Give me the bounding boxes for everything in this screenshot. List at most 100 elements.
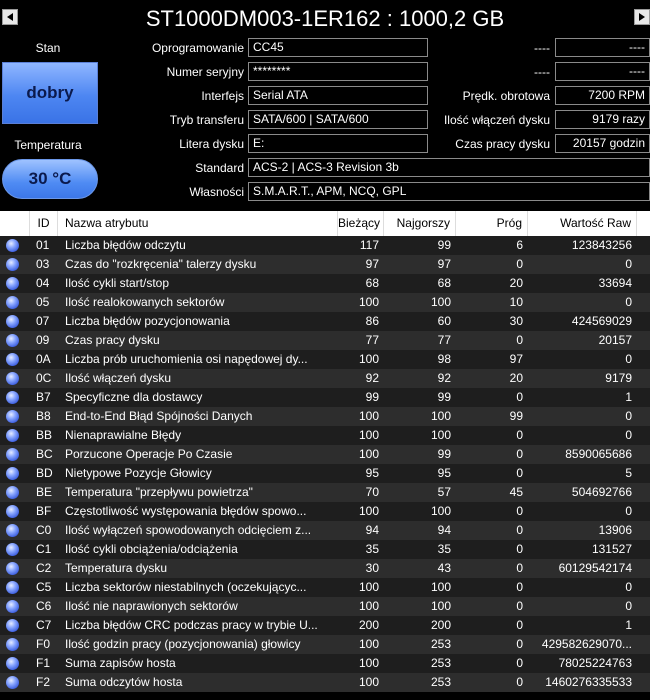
row-id: C0 [36,523,52,537]
table-row[interactable]: B7 Specyficzne dla dostawcy 99 99 0 1 [0,388,650,407]
table-row[interactable]: C2 Temperatura dysku 30 43 0 60129542174 [0,559,650,578]
table-row[interactable]: 09 Czas pracy dysku 77 77 0 20157 [0,331,650,350]
row-raw: 0 [625,295,632,309]
arrow-right-icon [639,13,645,21]
table-row[interactable]: 05 Ilość realokowanych sektorów 100 100 10 0 [0,293,650,312]
table-row[interactable]: BE Temperatura "przepływu powietrza" 70 57 4… [0,483,650,502]
row-name: Specyficzne dla dostawcy [65,390,203,404]
row-name: Liczba błędów pozycjonowania [65,314,230,328]
row-id: 0C [36,371,52,385]
row-threshold: 0 [516,618,523,632]
row-raw: 9179 [605,371,632,385]
table-row[interactable]: 03 Czas do "rozkręcenia" talerzy dysku 97 9… [0,255,650,274]
row-status-cell [0,369,30,388]
table-row[interactable]: 04 Ilość cykli start/stop 68 68 20 33694 [0,274,650,293]
table-row[interactable]: C6 Ilość nie naprawionych sektorów 100 100 0… [0,597,650,616]
row-id: F1 [36,656,51,670]
status-good-icon [6,410,19,423]
row-current: 100 [358,580,379,594]
row-raw: 60129542174 [558,561,632,575]
row-threshold: 0 [516,428,523,442]
row-name: Ilość włączeń dysku [65,371,172,385]
status-good-icon [6,657,19,670]
row-threshold: 0 [516,561,523,575]
row-worst: 97 [437,257,451,271]
row-raw: 0 [625,599,632,613]
power-count-label: Ilość włączeń dysku [443,113,550,127]
row-current: 100 [358,637,379,651]
table-row[interactable]: B8 End-to-End Błąd Spójności Danych 100 100… [0,407,650,426]
health-status-button[interactable]: dobry [2,62,98,124]
row-raw: 33694 [598,276,632,290]
table-row[interactable]: 0A Liczba prób uruchomienia osi napędowej… [0,350,650,369]
table-row[interactable]: BC Porzucone Operacje Po Czasie 100 99 0 8590… [0,445,650,464]
temperature-button[interactable]: 30 °C [2,159,98,199]
prev-drive-button[interactable] [2,9,18,25]
row-threshold: 0 [516,675,523,689]
table-row[interactable]: BB Nienaprawialne Błędy 100 100 0 0 [0,426,650,445]
row-id: BB [36,428,53,442]
table-row[interactable]: 07 Liczba błędów pozycjonowania 86 60 30 4245… [0,312,650,331]
power-count-field: 9179 razy [555,110,650,129]
table-row[interactable]: F2 Suma odczytów hosta 100 253 0 146027633553… [0,673,650,692]
rotation-rate-label: Prędk. obrotowa [462,89,550,103]
table-row[interactable]: 01 Liczba błędów odczytu 117 99 6 123843256 [0,236,650,255]
row-worst: 253 [430,675,451,689]
row-current: 68 [365,276,379,290]
row-id: BE [36,485,53,499]
status-good-icon [6,562,19,575]
row-threshold: 0 [516,542,523,556]
row-current: 77 [365,333,379,347]
header-threshold[interactable]: Próg [456,211,528,236]
header-raw[interactable]: Wartość Raw [528,211,637,236]
table-row[interactable]: 0C Ilość włączeń dysku 92 92 20 9179 [0,369,650,388]
table-row[interactable]: C5 Liczba sektorów niestabilnych (oczekuj… [0,578,650,597]
row-raw: 20157 [598,333,632,347]
row-status-cell [0,293,30,312]
row-id: 0A [36,352,51,366]
table-row[interactable]: F0 Ilość godzin pracy (pozycjonowania) gł… [0,635,650,654]
row-status-cell [0,388,30,407]
header-worst[interactable]: Najgorszy [384,211,456,236]
row-raw: 123843256 [571,238,632,252]
row-status-cell [0,331,30,350]
status-good-icon [6,353,19,366]
row-status-cell [0,464,30,483]
row-id: 03 [36,257,50,271]
row-status-cell [0,274,30,293]
table-row[interactable]: BD Nietypowe Pozycje Głowicy 95 95 0 5 [0,464,650,483]
row-worst: 60 [437,314,451,328]
row-current: 100 [358,295,379,309]
row-status-cell [0,445,30,464]
row-worst: 95 [437,466,451,480]
table-row[interactable]: F1 Suma zapisów hosta 100 253 0 78025224763 [0,654,650,673]
features-field: S.M.A.R.T., APM, NCQ, GPL [248,182,650,201]
row-current: 95 [365,466,379,480]
table-row[interactable]: C0 Ilość wyłączeń spowodowanych odcięciem… [0,521,650,540]
row-worst: 68 [437,276,451,290]
header-id[interactable]: ID [30,211,58,236]
health-label: Stan [35,41,61,55]
status-good-icon [6,505,19,518]
row-threshold: 0 [516,599,523,613]
row-name: End-to-End Błąd Spójności Danych [65,409,253,423]
next-drive-button[interactable] [634,9,650,25]
table-row[interactable]: C7 Liczba błędów CRC podczas pracy w tryb… [0,616,650,635]
header-name[interactable]: Nazwa atrybutu [58,211,338,236]
firmware-label: Oprogramowanie [151,41,244,55]
row-current: 100 [358,447,379,461]
row-current: 86 [365,314,379,328]
row-threshold: 0 [516,523,523,537]
row-threshold: 0 [516,637,523,651]
arrow-left-icon [7,13,13,21]
row-id: C2 [36,561,52,575]
header-current[interactable]: Bieżący [338,211,384,236]
table-row[interactable]: BF Częstotliwość występowania błędów spow… [0,502,650,521]
row-status-cell [0,673,30,692]
row-raw: 0 [625,409,632,423]
row-worst: 99 [437,238,451,252]
status-good-icon [6,239,19,252]
row-raw: 424569029 [571,314,632,328]
row-worst: 100 [430,409,451,423]
table-row[interactable]: C1 Ilość cykli obciążenia/odciążenia 35 35 0… [0,540,650,559]
